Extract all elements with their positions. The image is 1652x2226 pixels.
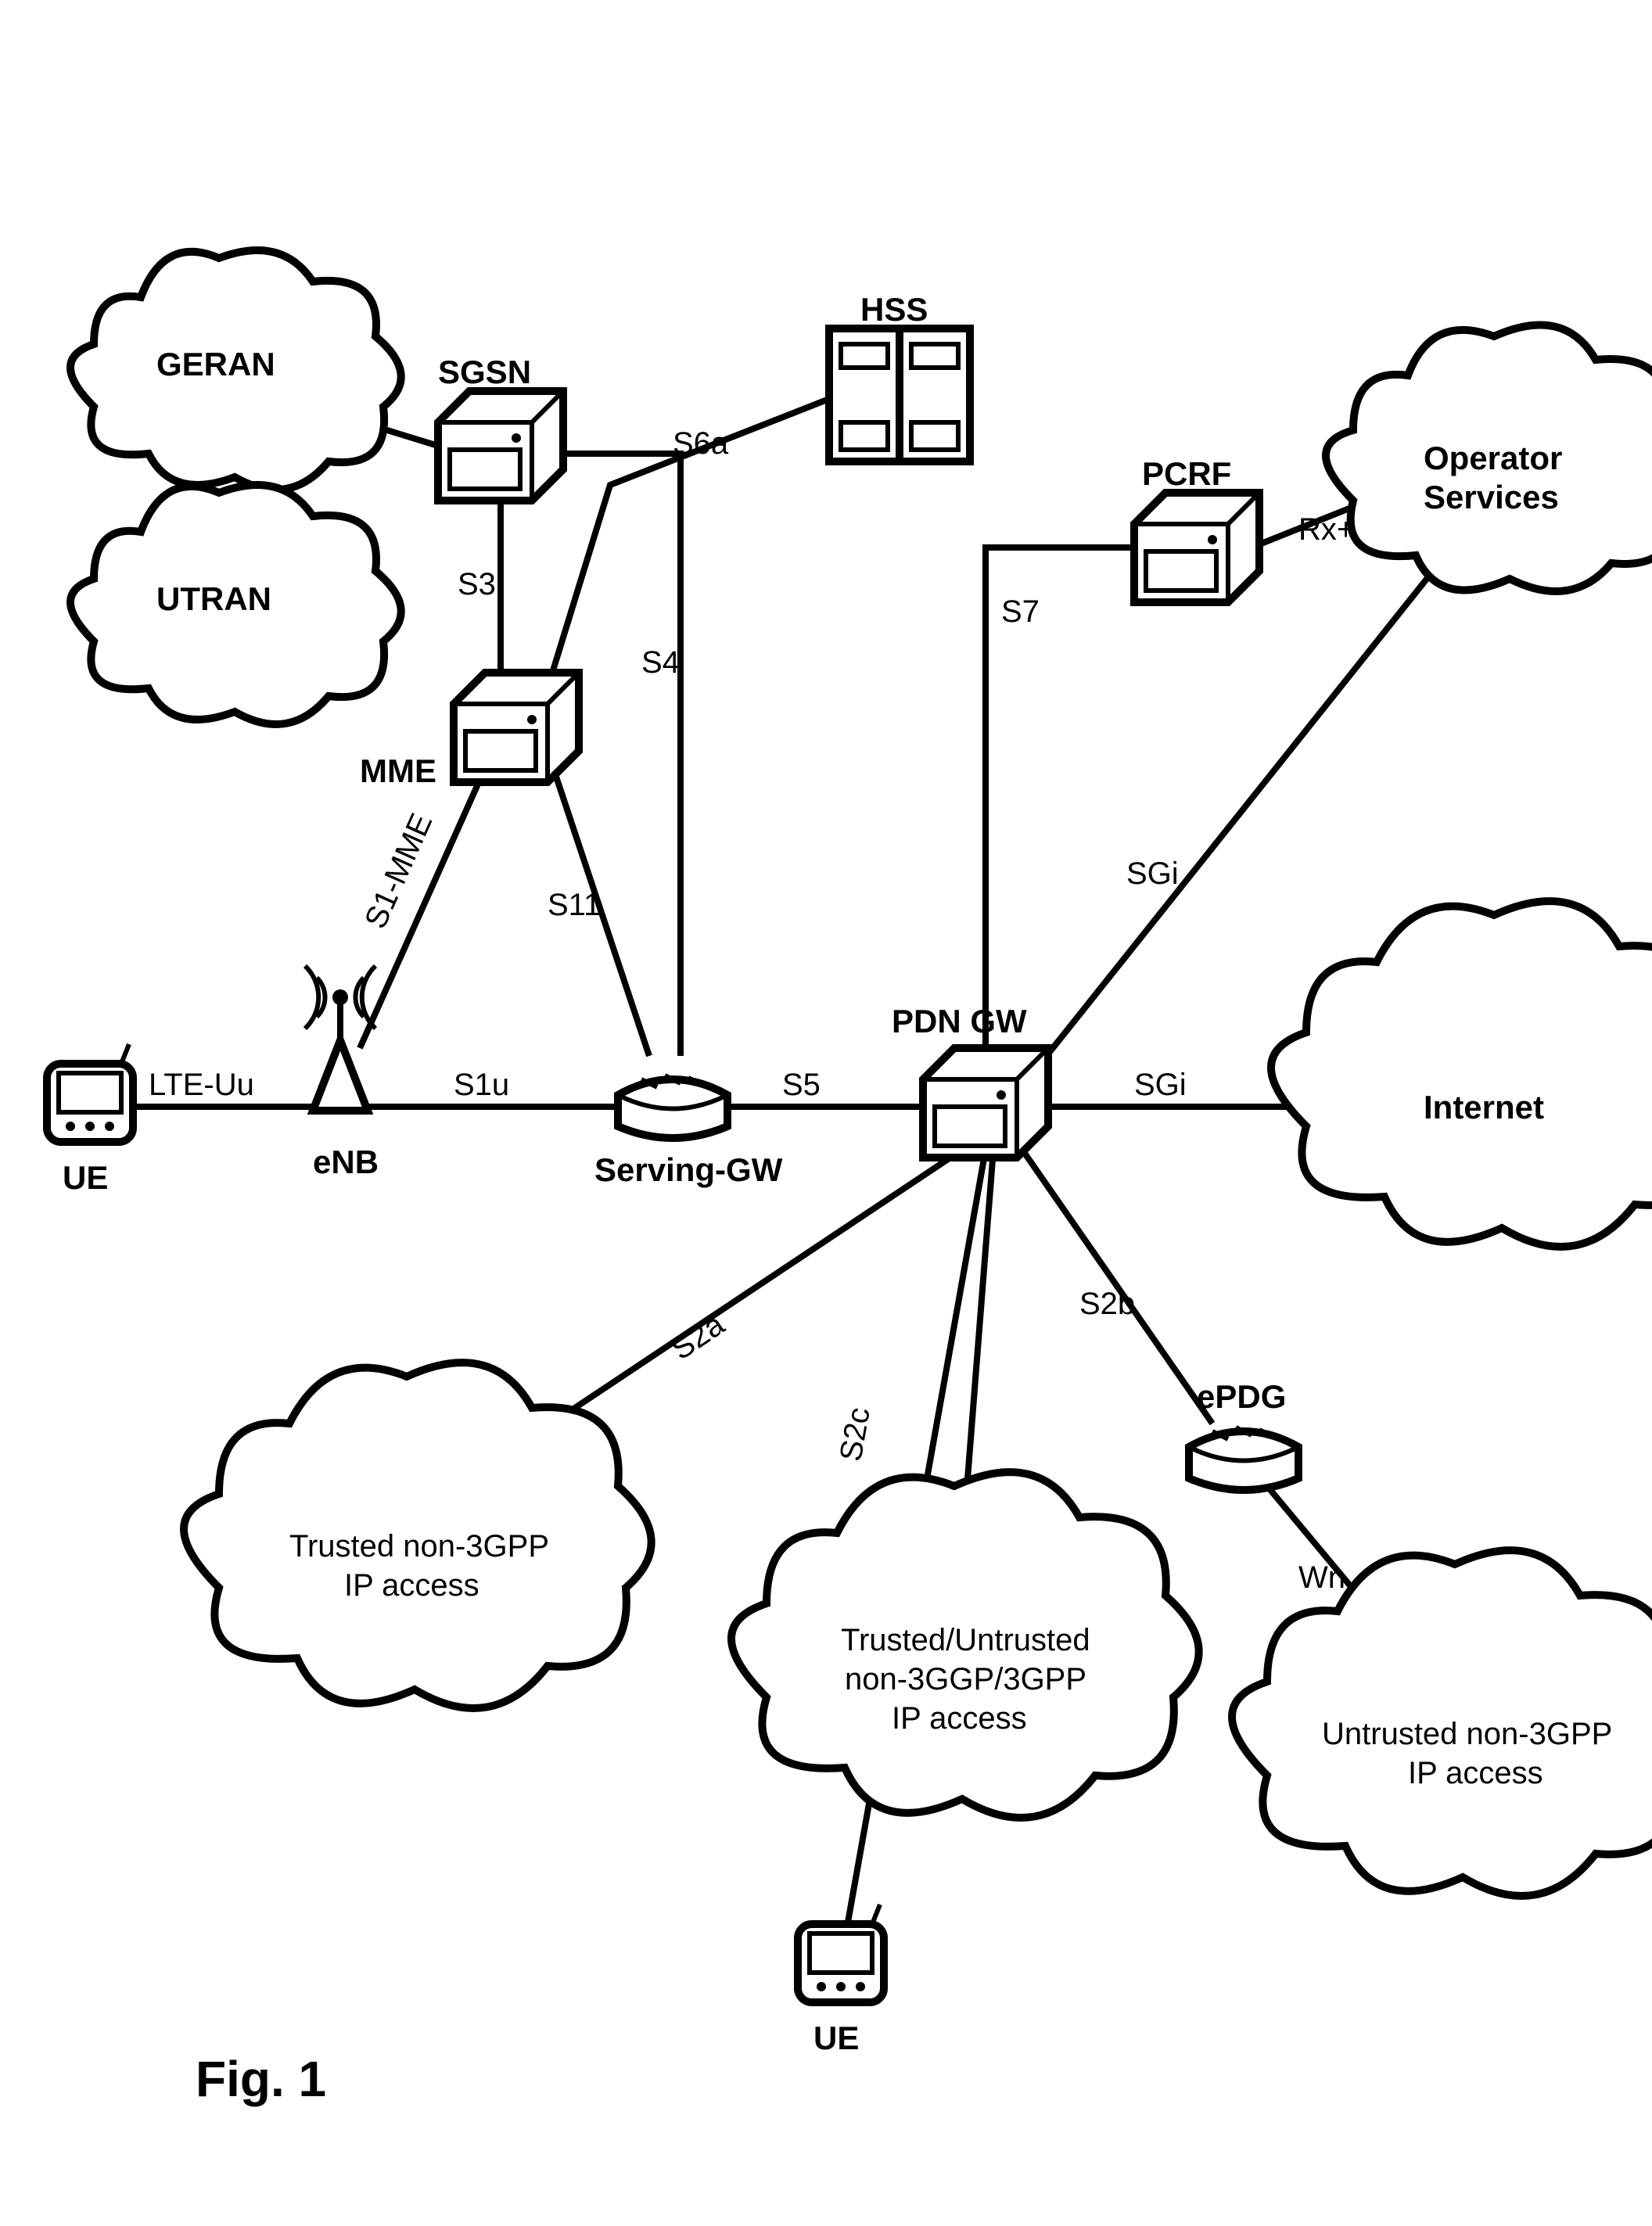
- s6a-label: S6a: [673, 426, 729, 461]
- trusted-non3gpp-cloud: Trusted non-3GPP IP access: [184, 1363, 652, 1708]
- trusted-untrusted-label-1: Trusted/Untrusted: [841, 1623, 1090, 1657]
- sgsn-label: SGSN: [438, 354, 531, 390]
- sgsn-node: SGSN: [438, 354, 563, 501]
- s5-label: S5: [782, 1068, 821, 1102]
- hss-label: HSS: [860, 291, 928, 328]
- geran-label: GERAN: [156, 346, 275, 382]
- s2a-label: S2a: [665, 1307, 731, 1367]
- s1-mme-label: S1-MME: [358, 809, 439, 934]
- operator-services-label-1: Operator: [1424, 440, 1562, 476]
- wn-label: Wn: [1298, 1560, 1345, 1595]
- trusted-untrusted-label-3: IP access: [892, 1701, 1027, 1736]
- sgi-int-label: SGi: [1134, 1068, 1187, 1102]
- operator-services-label-2: Services: [1424, 479, 1559, 515]
- ue-right-label: UE: [813, 2020, 859, 2056]
- hss-node: HSS: [829, 291, 970, 461]
- epdg-label: ePDG: [1197, 1378, 1286, 1415]
- diagram-canvas: GERAN UTRAN Operator Services Internet T…: [0, 0, 1652, 2226]
- pdn-gw-node: PDN GW: [892, 1003, 1048, 1158]
- mme-label: MME: [360, 752, 436, 789]
- trusted-untrusted-cloud: Trusted/Untrusted non-3GGP/3GPP IP acces…: [731, 1472, 1199, 1818]
- operator-services-cloud: Operator Services: [1326, 325, 1652, 591]
- internet-label: Internet: [1424, 1089, 1544, 1126]
- sgi-op-label: SGi: [1126, 856, 1179, 891]
- utran-cloud: UTRAN: [70, 485, 401, 724]
- mme-node: MME: [360, 673, 579, 789]
- serving-gw-node: Serving-GW: [594, 1075, 783, 1188]
- lte-uu-label: LTE-Uu: [149, 1068, 254, 1102]
- ue-left-label: UE: [63, 1159, 108, 1196]
- s3-label: S3: [458, 567, 496, 601]
- s2c-label: S2c: [834, 1405, 877, 1464]
- s7-label: S7: [1001, 594, 1040, 629]
- geran-cloud: GERAN: [70, 250, 401, 490]
- figure-label: Fig. 1: [196, 2051, 326, 2107]
- trusted-non3gpp-label-1: Trusted non-3GPP: [289, 1529, 549, 1564]
- epdg-node: ePDG: [1189, 1378, 1298, 1490]
- pcrf-label: PCRF: [1142, 455, 1231, 492]
- s2b-label: S2b: [1079, 1287, 1135, 1321]
- untrusted-non3gpp-label-1: Untrusted non-3GPP: [1322, 1717, 1612, 1751]
- enb-node: eNB: [305, 966, 379, 1180]
- s11-label: S11: [548, 888, 601, 922]
- untrusted-non3gpp-label-2: IP access: [1408, 1756, 1543, 1790]
- internet-cloud: Internet: [1271, 901, 1652, 1247]
- ue-right-node: UE: [798, 1905, 884, 2056]
- s1u-label: S1u: [454, 1068, 509, 1102]
- s4-label: S4: [641, 645, 680, 680]
- trusted-non3gpp-label-2: IP access: [344, 1568, 479, 1603]
- rx-plus-label: Rx+: [1298, 512, 1355, 547]
- serving-gw-label: Serving-GW: [594, 1151, 783, 1188]
- pcrf-node: PCRF: [1134, 455, 1259, 602]
- pdn-gw-label: PDN GW: [892, 1003, 1027, 1039]
- ue-left-node: UE: [47, 1044, 133, 1196]
- trusted-untrusted-label-2: non-3GGP/3GPP: [845, 1662, 1086, 1696]
- utran-label: UTRAN: [156, 580, 271, 617]
- untrusted-non3gpp-cloud: Untrusted non-3GPP IP access: [1232, 1550, 1652, 1896]
- enb-label: eNB: [313, 1144, 379, 1180]
